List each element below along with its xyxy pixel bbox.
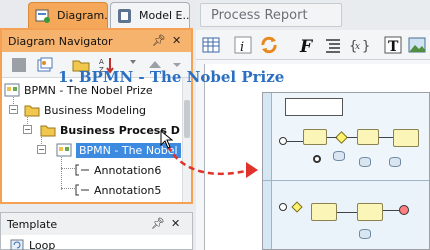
- svg-text:x: x: [355, 42, 360, 52]
- collapse-toggle[interactable]: −: [9, 105, 18, 114]
- start-event: [279, 137, 287, 145]
- close-icon[interactable]: ✕: [171, 217, 180, 230]
- start-event: [279, 203, 287, 211]
- tab-process-report[interactable]: Process Report: [200, 3, 342, 27]
- template-item-label: Loop: [29, 238, 56, 250]
- panel-header: Template 📌︎ ✕: [1, 213, 192, 235]
- swimlane: [263, 181, 429, 249]
- panel-header: Diagram Navigator 📌︎ ✕: [2, 30, 191, 52]
- left-tab-bar: Diagram... Model E...: [0, 0, 196, 30]
- svg-text:A: A: [99, 58, 104, 66]
- tab-diagram-navigator[interactable]: Diagram...: [28, 2, 108, 28]
- tab-label: Diagram...: [57, 9, 108, 22]
- image-icon[interactable]: [406, 34, 428, 56]
- bpmn-diagram-preview[interactable]: [262, 92, 430, 250]
- app-window: Diagram... Model E... Diagram Navigator …: [0, 0, 430, 250]
- sequence-flow: [287, 141, 303, 142]
- loop-icon: [10, 239, 24, 250]
- stop-icon[interactable]: [10, 56, 28, 74]
- task-box: [393, 129, 419, 147]
- data-store: [333, 151, 345, 161]
- task-box: [311, 203, 337, 221]
- tree-item-business-modeling[interactable]: Business Modeling: [24, 100, 146, 120]
- panel-title: Template: [7, 217, 58, 231]
- tree-item-annotation6[interactable]: Annotation6: [74, 160, 161, 180]
- diagram-icon: [35, 9, 50, 23]
- folder-icon: [40, 125, 56, 137]
- tree-item-label: Business Modeling: [44, 103, 147, 117]
- refresh-icon[interactable]: [258, 34, 280, 56]
- tree-item-business-process-diagram[interactable]: Business Process D: [40, 120, 180, 140]
- lane-header: [263, 181, 272, 249]
- panel-title: Diagram Navigator: [8, 34, 113, 48]
- tree-item-annotation5[interactable]: Annotation5: [74, 180, 161, 200]
- svg-text:}: }: [362, 39, 369, 54]
- folder-icon: [24, 105, 40, 117]
- pin-icon[interactable]: 📌︎: [151, 217, 165, 230]
- tab-model-explorer[interactable]: Model E...: [110, 2, 190, 28]
- tab-label: Process Report: [211, 7, 308, 23]
- tree-guide: [61, 168, 75, 169]
- sequence-flow: [337, 212, 357, 213]
- pin-icon[interactable]: 📌︎: [152, 34, 166, 47]
- report-title: 1. BPMN - The Nobel Prize: [58, 68, 285, 86]
- table-icon[interactable]: [200, 34, 222, 56]
- annotation-icon: [75, 164, 89, 176]
- data-object: [359, 229, 371, 239]
- sequence-flow: [379, 137, 393, 138]
- svg-text:F: F: [299, 37, 314, 54]
- sequence-flow: [347, 137, 357, 138]
- intermediate-event: [313, 155, 321, 163]
- lane-header: [263, 93, 272, 180]
- mouse-cursor-icon: [160, 130, 174, 149]
- task-box: [357, 129, 379, 145]
- sequence-flow: [327, 137, 337, 138]
- text-icon[interactable]: T: [382, 34, 404, 56]
- svg-text:i: i: [240, 40, 244, 54]
- template-item-loop[interactable]: Loop: [9, 235, 55, 250]
- list-icon[interactable]: [322, 34, 344, 56]
- formula-icon[interactable]: {x}: [348, 34, 370, 56]
- new-diagram-icon[interactable]: [36, 56, 54, 74]
- annotation-icon: [75, 184, 89, 196]
- collapse-toggle[interactable]: −: [37, 145, 46, 154]
- task-box: [303, 129, 327, 145]
- tab-label: Model E...: [139, 9, 190, 22]
- report-toolbar: i F {x} T: [196, 30, 430, 60]
- template-panel: Template 📌︎ ✕ Loop: [0, 212, 193, 250]
- bpmn-diagram-icon: [56, 143, 72, 157]
- sequence-flow: [383, 210, 399, 211]
- collapse-toggle[interactable]: −: [23, 125, 32, 134]
- info-icon[interactable]: i: [232, 34, 254, 56]
- font-icon[interactable]: F: [296, 34, 318, 56]
- data-object: [389, 157, 401, 167]
- data-object: [359, 157, 371, 167]
- close-icon[interactable]: ✕: [172, 34, 181, 47]
- bpmn-diagram-icon: [4, 83, 20, 97]
- model-explorer-icon: [118, 9, 131, 23]
- end-event: [399, 205, 409, 215]
- scrollbar-thumb[interactable]: [184, 100, 190, 138]
- annotation-box: [285, 98, 343, 116]
- svg-text:T: T: [388, 39, 399, 54]
- task-box: [357, 203, 383, 221]
- tree-guide: [61, 188, 75, 189]
